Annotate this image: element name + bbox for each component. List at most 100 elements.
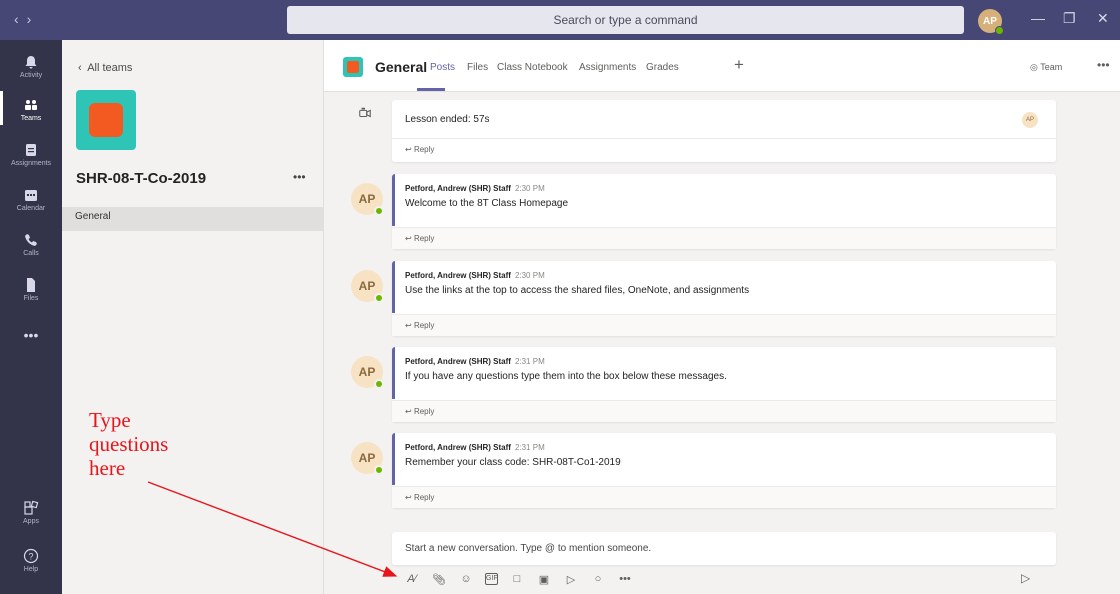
message-text: If you have any questions type them into… xyxy=(405,371,727,382)
rail-item-apps[interactable]: Apps xyxy=(0,500,62,525)
reply-icon: ↩ xyxy=(405,321,412,330)
lesson-avatar: AP xyxy=(1022,112,1038,128)
message-meta: Petford, Andrew (SHR) Staff 2:31 PM xyxy=(405,443,545,452)
avatar-initials: AP xyxy=(358,365,376,379)
file-icon xyxy=(27,278,35,292)
title-bar: ‹› Search or type a command AP — ❐ ✕ xyxy=(0,0,1120,40)
reply-button[interactable]: ↩ Reply xyxy=(405,321,434,330)
maximize-icon[interactable]: ❐ xyxy=(1063,10,1076,27)
more-apps-icon[interactable]: ••• xyxy=(0,327,62,343)
praise-icon[interactable]: ○ xyxy=(590,573,606,585)
message-post: Petford, Andrew (SHR) Staff 2:30 PM Welco… xyxy=(392,174,1056,249)
tab-files[interactable]: Files xyxy=(467,62,488,73)
phone-icon xyxy=(25,234,37,246)
chevron-left-icon: ‹ xyxy=(78,62,82,74)
reply-row: ↩ Reply xyxy=(392,138,1056,160)
channel-title: General xyxy=(375,59,428,75)
reply-button[interactable]: ↩ Reply xyxy=(405,234,434,243)
user-avatar[interactable]: AP xyxy=(978,9,1004,35)
team-button[interactable]: ◎ Team xyxy=(1030,62,1062,73)
add-tab-icon[interactable]: + xyxy=(734,55,744,75)
minimize-icon[interactable]: — xyxy=(1031,10,1045,26)
rail-item-calendar[interactable]: Calendar xyxy=(0,187,62,212)
reply-label: Reply xyxy=(413,145,435,154)
meet-now-icon[interactable]: ▣ xyxy=(536,573,552,586)
rail-label: Calendar xyxy=(16,205,46,212)
reply-button[interactable]: ↩ Reply xyxy=(405,145,434,154)
apps-icon xyxy=(24,500,39,515)
message-author: Petford, Andrew (SHR) Staff xyxy=(405,443,511,452)
format-icon[interactable]: A⁄ xyxy=(404,573,420,585)
rail-item-files[interactable]: Files xyxy=(0,277,62,302)
message-time: 2:31 PM xyxy=(514,357,545,366)
gif-icon[interactable]: GIF xyxy=(485,573,498,585)
attach-icon[interactable]: 📎︎ xyxy=(431,573,447,586)
channel-team-icon xyxy=(343,57,363,77)
avatar[interactable]: AP xyxy=(351,270,384,303)
all-teams-link[interactable]: ‹ All teams xyxy=(78,62,132,74)
forward-arrow-icon[interactable]: › xyxy=(27,11,40,27)
nav-arrows: ‹› xyxy=(14,11,39,27)
annotation-line: here xyxy=(89,456,126,480)
rail-item-help[interactable]: ? Help xyxy=(0,548,62,573)
compose-toolbar: A⁄ 📎︎ ☺ GIF □ ▣ ▷ ○ ••• xyxy=(404,569,633,589)
back-arrow-icon[interactable]: ‹ xyxy=(14,11,27,27)
channel-label: General xyxy=(75,211,111,222)
message-time: 2:30 PM xyxy=(514,271,545,280)
rail-label: Files xyxy=(23,295,39,302)
rail-item-activity[interactable]: Activity xyxy=(0,54,62,79)
annotation-text: Type questions here xyxy=(89,408,168,480)
more-options-icon[interactable]: ••• xyxy=(617,573,633,585)
send-icon[interactable]: ▷ xyxy=(1021,571,1030,585)
sticker-icon[interactable]: □ xyxy=(509,573,525,585)
reply-row: ↩ Reply xyxy=(392,400,1056,422)
team-button-label: Team xyxy=(1040,62,1063,72)
search-input[interactable]: Search or type a command xyxy=(287,6,964,34)
tab-class-notebook[interactable]: Class Notebook xyxy=(497,62,568,73)
meeting-icon xyxy=(358,106,378,126)
reply-button[interactable]: ↩ Reply xyxy=(405,407,434,416)
emoji-icon[interactable]: ☺ xyxy=(458,573,474,585)
team-more-options-icon[interactable]: ••• xyxy=(293,170,306,184)
avatar[interactable]: AP xyxy=(351,183,384,216)
presence-icon xyxy=(374,206,384,216)
rail-item-calls[interactable]: Calls xyxy=(0,232,62,257)
tab-posts[interactable]: Posts xyxy=(430,62,455,73)
assignments-icon xyxy=(26,144,36,156)
svg-text:?: ? xyxy=(28,552,33,562)
message-time: 2:31 PM xyxy=(514,443,545,452)
tab-assignments[interactable]: Assignments xyxy=(579,62,636,73)
message-author: Petford, Andrew (SHR) Staff xyxy=(405,357,511,366)
annotation-line: questions xyxy=(89,432,169,456)
avatar[interactable]: AP xyxy=(351,442,384,475)
eye-icon: ◎ xyxy=(1030,62,1038,72)
compose-box[interactable] xyxy=(392,532,1056,565)
reply-label: Reply xyxy=(413,321,435,330)
avatar[interactable]: AP xyxy=(351,356,384,389)
avatar-initials: AP xyxy=(358,192,376,206)
reply-label: Reply xyxy=(413,407,435,416)
channel-item-general[interactable]: General xyxy=(62,207,323,231)
presence-icon xyxy=(995,26,1004,35)
lesson-ended-text: Lesson ended: 57s xyxy=(405,114,490,125)
rail-item-assignments[interactable]: Assignments xyxy=(0,142,62,167)
new-conversation-input[interactable] xyxy=(392,532,1056,565)
avatar-initials: AP xyxy=(358,451,376,465)
bell-icon xyxy=(25,56,37,69)
conversation-area: Lesson ended: 57s AP ↩ Reply AP Petford,… xyxy=(324,92,1120,594)
message-accent-bar xyxy=(392,433,395,485)
stream-icon[interactable]: ▷ xyxy=(563,573,579,586)
message-text: Use the links at the top to access the s… xyxy=(405,285,750,296)
header-more-options-icon[interactable]: ••• xyxy=(1097,58,1110,72)
active-tab-indicator xyxy=(417,88,445,91)
reply-icon: ↩ xyxy=(405,234,412,243)
rail-item-teams[interactable]: Teams xyxy=(0,91,62,125)
message-time: 2:30 PM xyxy=(514,184,545,193)
calendar-icon xyxy=(25,190,37,201)
close-icon[interactable]: ✕ xyxy=(1097,10,1109,27)
avatar-initials: AP xyxy=(358,279,376,293)
reply-row: ↩ Reply xyxy=(392,314,1056,336)
reply-button[interactable]: ↩ Reply xyxy=(405,493,434,502)
presence-icon xyxy=(374,465,384,475)
tab-grades[interactable]: Grades xyxy=(646,62,679,73)
